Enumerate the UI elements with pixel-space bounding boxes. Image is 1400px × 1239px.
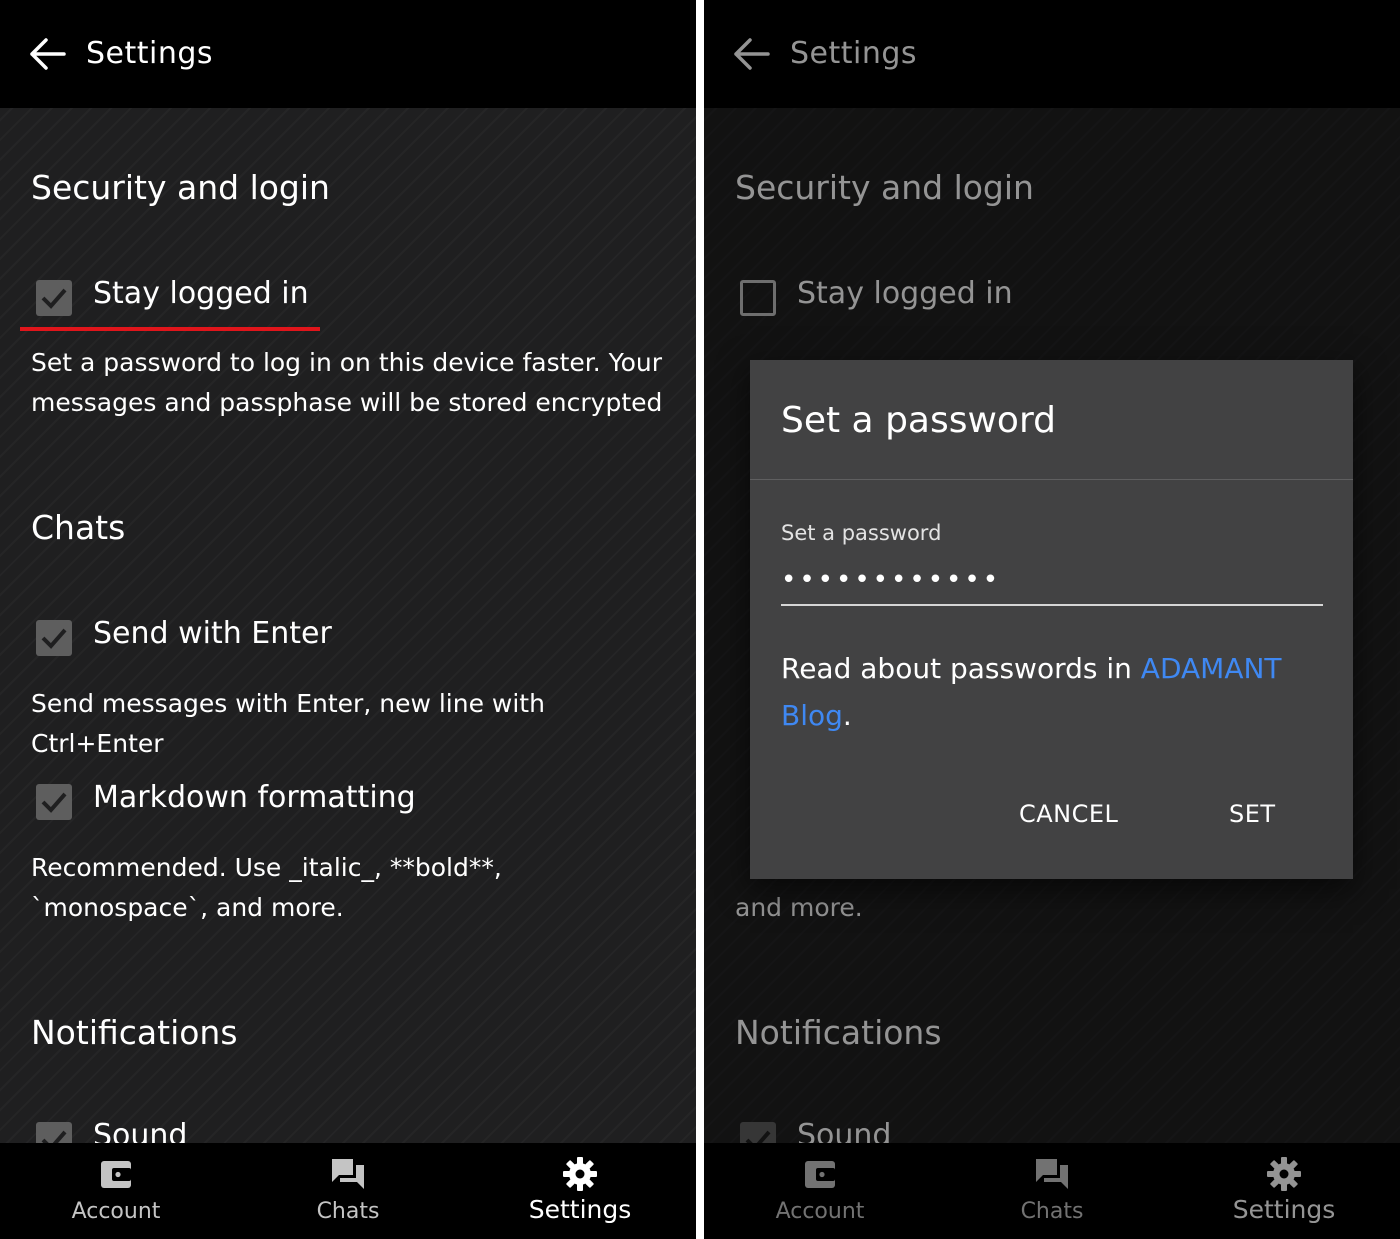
send-with-enter-checkbox-row[interactable]: Send with Enter	[36, 616, 676, 660]
set-password-dialog: Set a password Set a password Read about…	[750, 360, 1353, 879]
wallet-icon	[97, 1155, 135, 1193]
nav-chats[interactable]: Chats	[232, 1143, 464, 1239]
back-arrow-icon[interactable]	[28, 36, 68, 72]
password-input[interactable]	[781, 556, 1323, 606]
nav-account-label: Account	[71, 1199, 161, 1224]
app-bar: Settings	[0, 0, 696, 108]
bottom-navigation: Account Chats Settings	[0, 1143, 696, 1239]
gear-icon	[561, 1155, 599, 1193]
settings-screen-left: Settings Security and login Stay logged …	[0, 0, 696, 1239]
stay-logged-in-description: Set a password to log in on this device …	[31, 348, 663, 417]
markdown-label: Markdown formatting	[93, 780, 416, 815]
set-button[interactable]: SET	[1229, 800, 1276, 828]
checkbox-checked-icon[interactable]	[36, 280, 72, 316]
cancel-button[interactable]: CANCEL	[1019, 800, 1118, 828]
settings-screen-right: Settings Security and login Stay logged …	[704, 0, 1400, 1239]
send-with-enter-label: Send with Enter	[93, 616, 332, 651]
checkbox-checked-icon[interactable]	[36, 784, 72, 820]
dialog-info-text: Read about passwords in ADAMANT Blog.	[781, 645, 1321, 739]
section-title-notifications: Notifications	[31, 1013, 238, 1052]
markdown-description: Recommended. Use _italic_, **bold**, `mo…	[31, 853, 502, 922]
section-title-chats: Chats	[31, 508, 126, 547]
info-text-suffix: .	[842, 699, 852, 732]
section-title-security: Security and login	[31, 168, 330, 207]
red-highlight-underline	[20, 327, 320, 331]
checkbox-checked-icon[interactable]	[36, 620, 72, 656]
page-title: Settings	[86, 36, 214, 71]
stay-logged-in-checkbox-row[interactable]: Stay logged in	[36, 276, 676, 320]
password-field-label: Set a password	[781, 521, 942, 545]
nav-account[interactable]: Account	[0, 1143, 232, 1239]
send-with-enter-description: Send messages with Enter, new line with …	[31, 689, 545, 758]
nav-chats-label: Chats	[316, 1199, 380, 1224]
nav-settings-label: Settings	[528, 1195, 632, 1224]
info-text-prefix: Read about passwords in	[781, 652, 1141, 685]
markdown-checkbox-row[interactable]: Markdown formatting	[36, 780, 676, 824]
nav-settings[interactable]: Settings	[464, 1143, 696, 1239]
stay-logged-in-label: Stay logged in	[93, 276, 309, 311]
chat-bubbles-icon	[329, 1155, 367, 1193]
dialog-title: Set a password	[781, 400, 1056, 441]
dialog-divider	[750, 479, 1353, 480]
